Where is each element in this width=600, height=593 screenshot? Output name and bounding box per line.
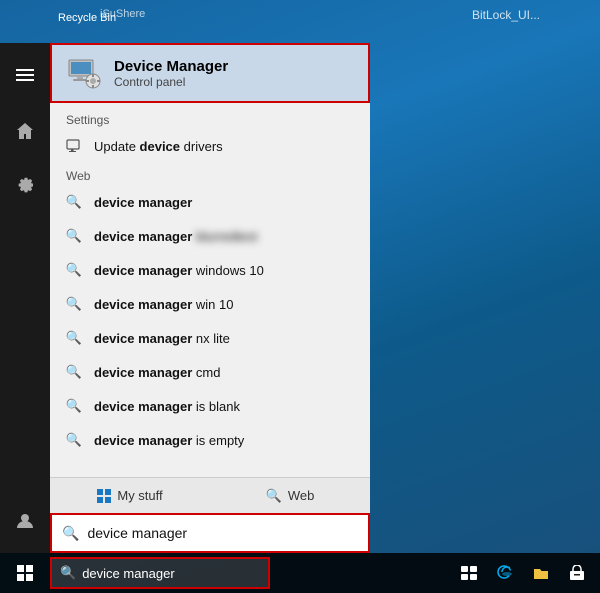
search-item-6[interactable]: 🔍 device manager cmd — [50, 355, 370, 389]
search-icon-5: 🔍 — [62, 326, 86, 350]
desktop-label-isushere: iSuShere — [100, 8, 145, 20]
search-bar[interactable]: 🔍 device manager — [50, 513, 370, 553]
windows-tab-icon — [97, 489, 111, 503]
update-device-drivers-text: Update device drivers — [94, 139, 223, 154]
search-item-7-text: device manager is blank — [94, 399, 240, 414]
start-menu-panel: Device Manager Control panel Settings Up… — [50, 43, 370, 553]
search-item-8-text: device manager is empty — [94, 433, 244, 448]
search-bar-icon: 🔍 — [62, 525, 79, 542]
start-button[interactable] — [0, 553, 50, 593]
search-tab-icon: 🔍 — [266, 488, 282, 504]
web-tab-label: Web — [288, 488, 315, 503]
taskbar: 🔍 device manager — [0, 553, 600, 593]
home-icon[interactable] — [5, 111, 45, 151]
search-icon-8: 🔍 — [62, 428, 86, 452]
file-explorer-icon[interactable] — [526, 558, 556, 588]
top-result-text: Device Manager Control panel — [114, 58, 228, 89]
hamburger-menu-icon[interactable] — [5, 55, 45, 95]
search-item-7[interactable]: 🔍 device manager is blank — [50, 389, 370, 423]
my-stuff-tab[interactable]: My stuff — [50, 478, 210, 513]
taskbar-search-box[interactable]: 🔍 device manager — [50, 557, 270, 589]
top-result-title: Device Manager — [114, 58, 228, 75]
settings-item-icon — [62, 134, 86, 158]
search-item-2-text: device manager blurredtext — [94, 229, 257, 244]
top-result-subtitle: Control panel — [114, 75, 228, 89]
search-item-4-text: device manager win 10 — [94, 297, 233, 312]
menu-content: Settings Update device drivers Web 🔍 dev… — [50, 103, 370, 477]
my-stuff-label: My stuff — [117, 488, 162, 503]
user-icon[interactable] — [5, 505, 45, 545]
taskbar-search-text: device manager — [82, 566, 175, 581]
search-item-3-text: device manager windows 10 — [94, 263, 264, 278]
desktop-top-right-label: BitLock_UI... — [472, 8, 540, 22]
web-tab[interactable]: 🔍 Web — [210, 478, 370, 513]
search-item-5[interactable]: 🔍 device manager nx lite — [50, 321, 370, 355]
settings-icon[interactable] — [5, 163, 45, 203]
search-icon-4: 🔍 — [62, 292, 86, 316]
search-item-1-text: device manager — [94, 195, 192, 210]
search-item-1[interactable]: 🔍 device manager — [50, 185, 370, 219]
web-section-header: Web — [50, 163, 370, 185]
search-icon-7: 🔍 — [62, 394, 86, 418]
task-view-icon[interactable] — [454, 558, 484, 588]
store-icon[interactable] — [562, 558, 592, 588]
search-icon-2: 🔍 — [62, 224, 86, 248]
search-item-3[interactable]: 🔍 device manager windows 10 — [50, 253, 370, 287]
search-item-5-text: device manager nx lite — [94, 331, 230, 346]
settings-section-header: Settings — [50, 107, 370, 129]
windows-logo-icon — [17, 565, 33, 581]
edge-browser-icon[interactable] — [490, 558, 520, 588]
search-item-6-text: device manager cmd — [94, 365, 220, 380]
search-item-2[interactable]: 🔍 device manager blurredtext — [50, 219, 370, 253]
search-bar-text: device manager — [87, 525, 358, 541]
search-icon-3: 🔍 — [62, 258, 86, 282]
panel-tabs: My stuff 🔍 Web — [50, 477, 370, 513]
update-device-drivers-item[interactable]: Update device drivers — [50, 129, 370, 163]
taskbar-search-icon: 🔍 — [60, 565, 76, 581]
search-item-4[interactable]: 🔍 device manager win 10 — [50, 287, 370, 321]
search-icon-1: 🔍 — [62, 190, 86, 214]
top-result-item[interactable]: Device Manager Control panel — [50, 43, 370, 103]
search-icon-6: 🔍 — [62, 360, 86, 384]
device-manager-app-icon — [64, 53, 104, 93]
start-menu-sidebar — [0, 43, 50, 553]
search-item-8[interactable]: 🔍 device manager is empty — [50, 423, 370, 457]
taskbar-right-icons — [454, 558, 600, 588]
